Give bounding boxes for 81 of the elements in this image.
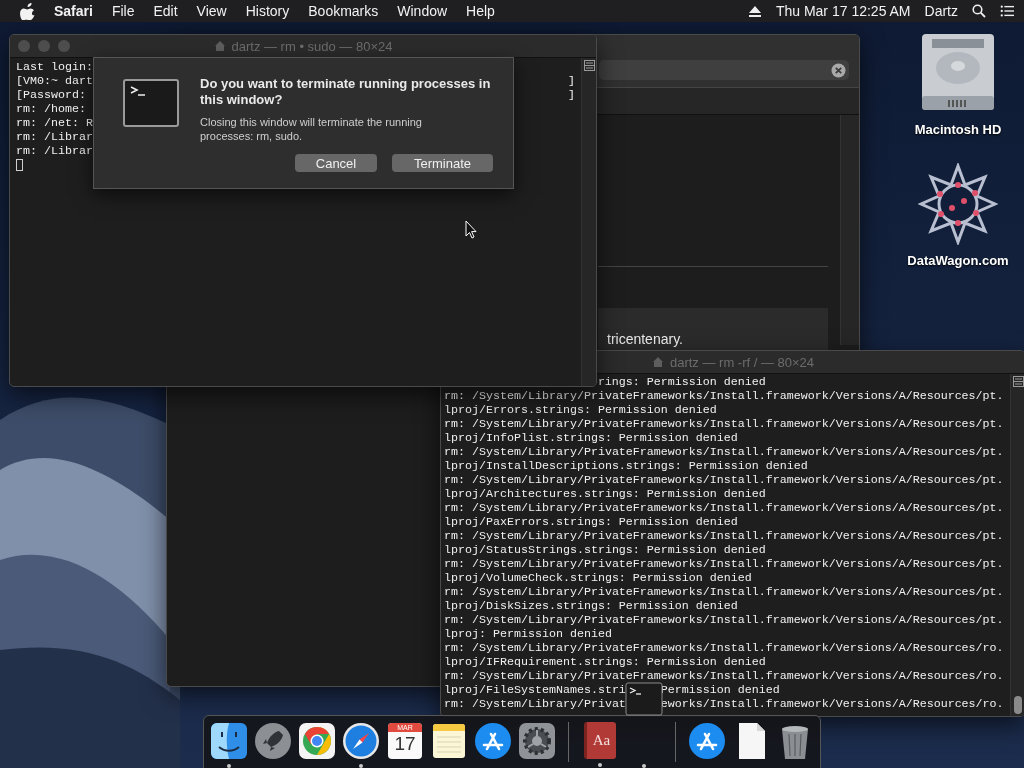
desktop-icon-label[interactable]: Macintosh HD [914, 122, 1002, 137]
user-menu[interactable]: Dartz [924, 3, 958, 19]
desktop-icon-label[interactable]: DataWagon.com [907, 253, 1009, 268]
terminal-line: rm: /System/Library/PrivateFrameworks/Install.framework/Versions/A/Resources/pt. [444, 417, 1004, 431]
menu-item[interactable]: Window [397, 3, 448, 19]
app-store-icon[interactable] [688, 722, 726, 760]
dialog-button[interactable]: Cancel [295, 154, 377, 172]
terminal-line: rm: /System/Library/PrivateFrameworks/Install.framework/Versions/A/Resources/pt. [444, 501, 1004, 515]
terminal-line: lproj/IFRequirement.strings: Permission denied [444, 655, 766, 669]
compass-icon[interactable] [342, 722, 380, 760]
terminal-line: lproj/Errors.strings: Permission denied [444, 403, 717, 417]
terminal-line: rm: /System/Library/PrivateFrameworks/Install.framework/Versions/A/Resources/pt. [444, 613, 1004, 627]
terminal-line: rm: /net: R [16, 116, 93, 130]
alert-title: Do you want to terminate running processes in this window? [200, 76, 492, 108]
terminal-line: rm: /System/Library/PrivateFrameworks/Install.framework/Versions/A/Resources/ro. [444, 669, 1004, 683]
terminal-line: rm: /System/Library/Privat [444, 697, 626, 711]
terminal-text: ] [568, 88, 575, 102]
list-icon[interactable] [1000, 4, 1014, 18]
terminal-icon [123, 79, 179, 127]
terminal-line: rm: /System/Library/PrivateFrameworks/Install.framework/Versions/A/Resources/pt. [444, 445, 1004, 459]
menu-item[interactable]: History [245, 3, 290, 19]
terminal-line: lproj/VolumeCheck.strings: Permission denied [444, 571, 752, 585]
pointer-icon [465, 220, 477, 239]
terminal-line: [VM0:~ dart [16, 74, 93, 88]
dialog-button[interactable]: Terminate [392, 154, 493, 172]
terminal-line: Permission denied [660, 683, 780, 697]
terminal-icon[interactable] [625, 680, 663, 718]
menu-item[interactable]: Bookmarks [308, 3, 379, 19]
terminal-line: lproj/DiskSizes.strings: Permission denied [444, 599, 738, 613]
star-emblem-icon[interactable] [918, 163, 998, 245]
book-label: Aa [592, 732, 611, 749]
split-pane-icon[interactable] [583, 60, 595, 71]
window-title: dartz — rm -rf / — 80×24 [669, 354, 815, 370]
terminal-line: rm: /Librar [16, 130, 93, 144]
terminal-line: lproj/Architectures.strings: Permission denied [444, 487, 766, 501]
clear-icon[interactable] [831, 62, 846, 78]
ring-logo-icon[interactable] [298, 722, 336, 760]
terminal-line: lproj: Permission denied [444, 627, 612, 641]
gear-icon[interactable] [518, 722, 556, 760]
terminal-line: lproj/InstallDescriptions.strings: Permission denied [444, 459, 808, 473]
terminal-line: eworks/Install.framework/Versions/A/Resources/ro. [660, 697, 1004, 711]
terminal-line: rm: /System/Library/PrivateFrameworks/Install.framework/Versions/A/Resources/pt. [444, 473, 1004, 487]
page-text: tricentenary. [607, 331, 683, 347]
smiling-face-icon[interactable] [210, 722, 248, 760]
text-cursor [16, 159, 23, 171]
terminal-line: lproj/PaxErrors.strings: Permission denied [444, 515, 738, 529]
terminal-line: rm: /Librar [16, 144, 93, 158]
terminal-line: rm: /System/Library/PrivateFrameworks/Install.framework/Versions/A/Resources/pt. [444, 389, 1004, 403]
menu-item[interactable]: Edit [153, 3, 178, 19]
terminal-line: Last login: [16, 60, 93, 74]
menu-item[interactable]: View [196, 3, 227, 19]
search-field[interactable] [599, 60, 849, 80]
alert-message: Closing this window will terminate the running processes: rm, sudo. [200, 115, 423, 143]
menu-item[interactable]: File [111, 3, 135, 19]
search-icon[interactable] [972, 4, 986, 18]
terminal-line: [Password: [16, 88, 86, 102]
terminal-line: rm: /System/Library/PrivateFrameworks/Install.framework/Versions/A/Resources/pt. [444, 529, 1004, 543]
split-pane-icon[interactable] [1012, 376, 1024, 387]
calendar-day: 17 [394, 732, 416, 756]
terminal-line: rm: /System/Library/PrivateFrameworks/Install.framework/Versions/A/Resources/ro. [444, 641, 1004, 655]
home-icon [213, 40, 226, 52]
terminal-line: rm: /System/Library/PrivateFrameworks/Install.framework/Versions/A/Resources/pt. [444, 585, 1004, 599]
eject-icon[interactable] [747, 4, 762, 18]
terminal-text: ] [568, 74, 575, 88]
menu-item[interactable]: Help [466, 3, 495, 19]
terminal-line: rm: /System/Library/PrivateFrameworks/Install.framework/Versions/A/Resources/pt. [444, 557, 1004, 571]
terminal-line: rm: /home: [16, 102, 86, 116]
scroll-thumb[interactable] [1014, 696, 1022, 714]
window-title: dartz — rm • sudo — 80×24 [231, 38, 393, 54]
notepad-icon[interactable] [430, 722, 468, 760]
terminal-line: lproj/InfoPlist.strings: Permission denied [444, 431, 738, 445]
app-menu[interactable]: Safari [54, 3, 93, 19]
book-icon[interactable]: Aa [584, 722, 616, 759]
app-store-icon[interactable] [474, 722, 512, 760]
terminal-line: rings: Permission denied [597, 375, 766, 389]
menu-clock[interactable]: Thu Mar 17 12:25 AM [775, 3, 911, 19]
apple-menu-icon[interactable] [20, 2, 35, 20]
terminal-line: lproj/FileSystemNames.stri [444, 683, 626, 697]
terminal-line: lproj/StatusStrings.strings: Permission denied [444, 543, 766, 557]
home-icon [651, 356, 664, 368]
rocket-icon[interactable] [254, 722, 292, 760]
